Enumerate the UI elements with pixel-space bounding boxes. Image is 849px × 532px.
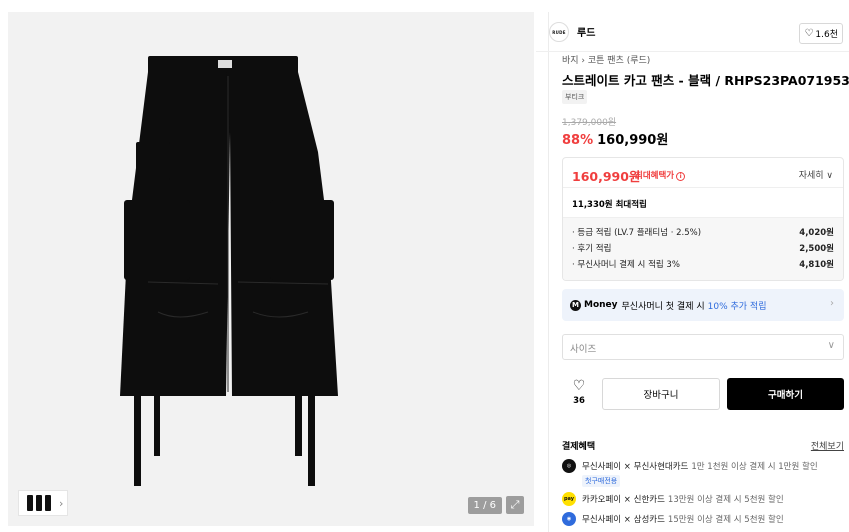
chevron-down-icon: ∨ [827,340,835,351]
brand-logo[interactable]: RUDE [549,22,569,42]
payment-benefit-name: 무신사페이 × 무신사현대카드 [582,462,689,472]
max-benefit-box: 160,990원 최대혜택가 i 자세히 ∨ 11,330원 최대적립 · 등급 … [562,157,844,281]
breadcrumb[interactable]: 바지 › 코튼 팬츠 (루드) [562,53,650,66]
product-title: 스트레이트 카고 팬츠 - 블랙 / RHPS23PA07195372 [562,73,849,88]
point-value: 4,810원 [799,260,834,270]
size-placeholder: 사이즈 [570,344,597,355]
benefit-header[interactable]: 160,990원 최대혜택가 i 자세히 ∨ [563,158,843,188]
buy-now-button[interactable]: 구매하기 [727,378,844,410]
money-accent: 10% 추가 적립 [707,301,767,312]
musinsa-money-banner[interactable]: M Money 무신사머니 첫 결제 시 10% 추가 적립 › [562,289,844,321]
info-icon[interactable]: i [676,172,686,181]
wishlist-button[interactable]: ♡ 36 [566,378,592,406]
brand-like-count: 1.6천 [815,30,838,40]
product-image [120,56,338,486]
point-label: · 무신사머니 결제 시 적립 3% [572,260,680,270]
money-text: 무신사머니 첫 결제 시 [621,301,705,312]
chevron-right-icon[interactable]: › [59,497,63,510]
thumbnail-strip[interactable]: › [18,490,69,516]
point-label: · 등급 적립 (LV.7 플래티넘 · 2.5%) [572,228,702,238]
payment-benefit-desc: 15만원 이상 결제 시 5천원 할인 [667,515,784,525]
first-purchase-badge: 첫구매전용 [582,475,621,487]
chevron-right-icon: › [830,298,834,309]
payment-benefit-desc: 1만 1천원 이상 결제 시 1만원 할인 [691,462,818,472]
point-value: 4,020원 [799,228,834,238]
original-price: 1,379,000원 [562,118,617,128]
kakaopay-icon: pay [562,492,576,506]
heart-icon: ♡ [804,28,814,39]
detail-toggle[interactable]: 자세히 ∨ [799,168,833,181]
payment-benefit-item[interactable]: ◉ 무신사페이 × 삼성카드 15만원 이상 결제 시 5천원 할인 [562,512,784,526]
boutique-tag: 부티크 [562,90,588,104]
expand-icon[interactable]: ⤢ [506,496,524,514]
image-counter: 1 / 6 [467,497,502,514]
brand-row: RUDE 루드 ♡ 1.6천 [536,12,849,52]
payment-benefit-item[interactable]: ◎ 무신사페이 × 무신사현대카드 1만 1천원 이상 결제 시 1만원 할인 첫… [562,459,818,487]
add-to-cart-button[interactable]: 장바구니 [602,378,720,410]
payment-view-all-link[interactable]: 전체보기 [811,439,844,452]
max-benefit-price: 160,990원 [572,169,641,184]
size-select[interactable]: 사이즈 ∨ [562,334,844,360]
payment-benefits-title: 결제혜택 [562,442,596,452]
thumbnail-image[interactable] [23,494,55,512]
point-label: · 후기 적립 [572,244,612,254]
musinsa-pay-icon: ◎ [562,459,576,473]
product-image-gallery[interactable]: › 1 / 6 ⤢ [8,12,534,526]
brand-like-button[interactable]: ♡ 1.6천 [799,23,843,44]
product-info-panel: RUDE 루드 ♡ 1.6천 바지 › 코튼 팬츠 (루드) 스트레이트 카고 … [536,12,849,532]
payment-benefit-name: 카카오페이 × 신한카드 [582,495,665,505]
brand-name[interactable]: 루드 [577,24,595,39]
payment-benefit-desc: 13만원 이상 결제 시 5천원 할인 [667,495,784,505]
max-benefit-label: 최대혜택가 i [635,169,686,181]
points-list: · 등급 적립 (LV.7 플래티넘 · 2.5%) 4,020원 · 후기 적… [563,218,843,280]
list-item: · 무신사머니 결제 시 적립 3% 4,810원 [572,258,834,274]
points-summary: 11,330원 최대적립 [563,188,843,218]
payment-benefit-name: 무신사페이 × 삼성카드 [582,515,665,525]
sale-price: 160,990원 [597,133,669,148]
payment-benefit-item[interactable]: pay 카카오페이 × 신한카드 13만원 이상 결제 시 5천원 할인 [562,492,784,506]
discount-rate: 88% [562,133,594,148]
purchase-actions: ♡ 36 장바구니 구매하기 [562,378,844,412]
points-summary-text: 11,330원 최대적립 [572,200,647,210]
point-value: 2,500원 [799,244,834,254]
samsung-card-icon: ◉ [562,512,576,526]
list-item: · 후기 적립 2,500원 [572,242,834,258]
price-row: 88% 160,990원 [562,129,668,148]
money-logo-icon: M [570,299,581,311]
money-brand: Money [584,300,618,310]
heart-icon: ♡ [572,378,586,394]
list-item: · 등급 적립 (LV.7 플래티넘 · 2.5%) 4,020원 [572,226,834,242]
wishlist-count: 36 [573,396,585,406]
